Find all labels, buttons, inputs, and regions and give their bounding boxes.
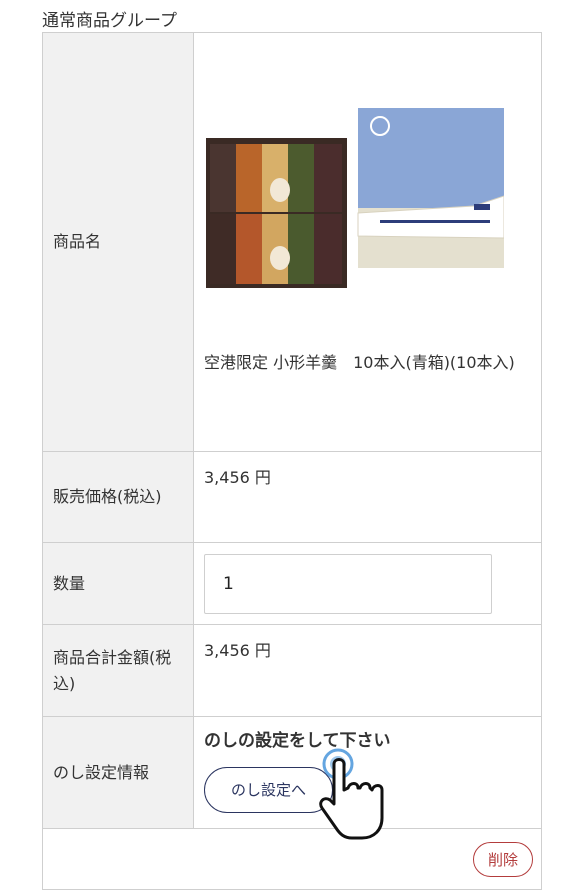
quantity-input[interactable] [204, 553, 492, 614]
product-name-label: 商品名 [42, 32, 194, 452]
total-value: 3,456 円 [193, 624, 542, 717]
quantity-label: 数量 [42, 542, 194, 625]
delete-row: 削除 [42, 828, 542, 890]
product-name-row: 商品名 空港限定 小形羊羹 10本入(青箱)(10本入) [42, 32, 542, 452]
price-label: 販売価格(税込) [42, 451, 194, 543]
total-label: 商品合計金額(税込) [42, 624, 194, 717]
product-name-cell: 空港限定 小形羊羹 10本入(青箱)(10本入) [193, 32, 542, 452]
product-name[interactable]: 空港限定 小形羊羹 10本入(青箱)(10本入) [204, 350, 531, 376]
group-title: 通常商品グループ [42, 11, 177, 31]
delete-cell: 削除 [42, 828, 542, 890]
hand-pointer-icon [319, 748, 384, 840]
price-row: 販売価格(税込) 3,456 円 [42, 451, 542, 543]
total-row: 商品合計金額(税込) 3,456 円 [42, 624, 542, 717]
product-image[interactable] [204, 108, 504, 289]
noshi-label: のし設定情報 [42, 716, 194, 829]
quantity-cell [193, 542, 542, 625]
noshi-settings-button[interactable]: のし設定へ [204, 767, 334, 814]
order-table: 商品名 空港限定 小形羊羹 10本入(青箱)(10本入) 販売価格(税込) 3,… [42, 32, 542, 890]
quantity-row: 数量 [42, 542, 542, 625]
delete-button[interactable]: 削除 [472, 841, 533, 877]
price-value: 3,456 円 [193, 451, 542, 543]
noshi-row: のし設定情報 のしの設定をして下さい のし設定へ [42, 716, 542, 829]
